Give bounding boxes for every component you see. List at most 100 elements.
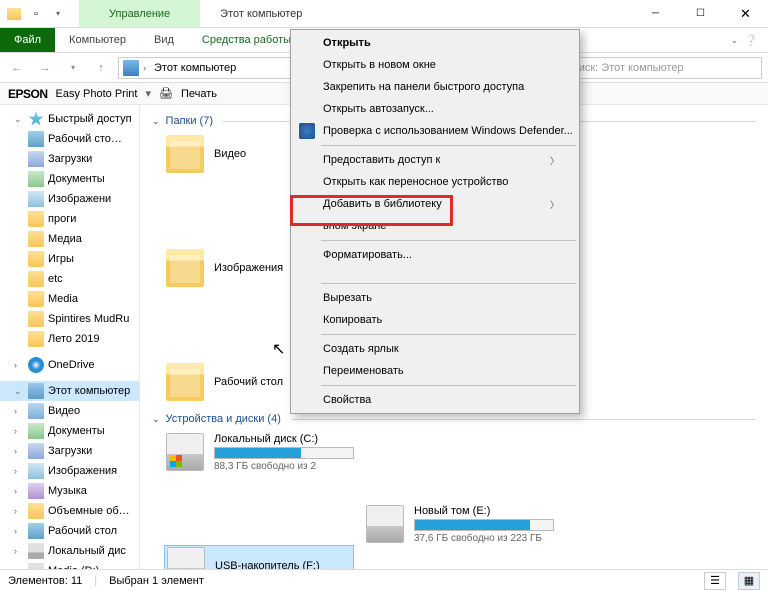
context-menu[interactable]: Открыть Открыть в новом окне Закрепить н… bbox=[290, 29, 580, 414]
folder-icon bbox=[28, 463, 44, 479]
recent-dropdown-icon[interactable]: ▾ bbox=[62, 57, 84, 79]
sidebar-item-documents[interactable]: Документы bbox=[48, 173, 105, 185]
sidebar-item-videos[interactable]: Видео bbox=[48, 405, 80, 417]
folder-icon bbox=[28, 171, 44, 187]
window-title: Этот компьютер bbox=[200, 0, 633, 27]
cm-add-library[interactable]: Добавить в библиотеку〉 bbox=[293, 193, 577, 215]
qat-properties-icon[interactable]: ▫ bbox=[26, 4, 46, 24]
file-tab[interactable]: Файл bbox=[0, 28, 55, 52]
folder-icon bbox=[166, 363, 204, 401]
sidebar-item[interactable]: проги bbox=[48, 213, 76, 225]
cm-create-shortcut[interactable]: Создать ярлык bbox=[293, 338, 577, 360]
details-view-button[interactable]: ☰ bbox=[704, 572, 726, 590]
chevron-right-icon[interactable]: › bbox=[14, 526, 24, 536]
chevron-down-icon[interactable]: ⌄ bbox=[14, 386, 24, 397]
sidebar-item[interactable]: Лето 2019 bbox=[48, 333, 100, 345]
back-button[interactable]: ← bbox=[6, 57, 28, 79]
sidebar-item-music[interactable]: Музыка bbox=[48, 485, 87, 497]
cm-open-portable[interactable]: Открыть как переносное устройство bbox=[293, 171, 577, 193]
chevron-right-icon[interactable]: › bbox=[14, 546, 24, 556]
sidebar-item[interactable]: Медиа bbox=[48, 233, 82, 245]
print-icon[interactable]: 🖨 bbox=[159, 87, 173, 100]
view-tab[interactable]: Вид bbox=[140, 28, 188, 52]
chevron-right-icon[interactable]: › bbox=[14, 486, 24, 496]
cm-cut[interactable]: Вырезать bbox=[293, 287, 577, 309]
status-item-count: Элементов: 11 bbox=[8, 575, 82, 587]
folder-icon bbox=[28, 311, 44, 327]
chevron-right-icon[interactable]: › bbox=[14, 406, 24, 416]
chevron-down-icon[interactable]: ⌄ bbox=[14, 114, 24, 125]
sidebar-item[interactable]: Media bbox=[48, 293, 78, 305]
sidebar-item[interactable]: Игры bbox=[48, 253, 74, 265]
folder-icon bbox=[28, 131, 44, 147]
print-label[interactable]: Печать bbox=[181, 88, 217, 100]
cm-open-new-window[interactable]: Открыть в новом окне bbox=[293, 54, 577, 76]
minimize-button[interactable]: ─ bbox=[633, 0, 678, 27]
ribbon-expand-icon[interactable]: ⌄ bbox=[731, 35, 739, 46]
sidebar-onedrive[interactable]: OneDrive bbox=[48, 359, 94, 371]
tiles-view-button[interactable]: ▦ bbox=[738, 572, 760, 590]
chevron-down-icon[interactable]: ⌄ bbox=[152, 414, 160, 425]
cm-hidden[interactable] bbox=[293, 266, 577, 280]
drive-c[interactable]: Локальный диск (C:) 88,3 ГБ свободно из … bbox=[164, 431, 354, 473]
group-drives[interactable]: ⌄Устройства и диски (4) bbox=[152, 413, 756, 425]
chevron-down-icon[interactable]: ⌄ bbox=[152, 116, 160, 127]
quick-access-icon bbox=[28, 111, 44, 127]
separator bbox=[321, 240, 576, 241]
chevron-right-icon[interactable]: › bbox=[14, 446, 24, 456]
help-icon[interactable]: ❔ bbox=[744, 34, 758, 47]
chevron-right-icon[interactable]: › bbox=[14, 466, 24, 476]
sidebar-thispc[interactable]: Этот компьютер bbox=[48, 385, 130, 397]
folder-icon bbox=[28, 331, 44, 347]
ribbon-contextual-tab[interactable]: Управление bbox=[79, 0, 200, 27]
cm-properties[interactable]: Свойства bbox=[293, 389, 577, 411]
chevron-right-icon[interactable]: › bbox=[14, 426, 24, 436]
navigation-tree[interactable]: ⌄ Быстрый доступ Рабочий сто… Загрузки До… bbox=[0, 105, 140, 572]
sidebar-item-images[interactable]: Изображени bbox=[48, 193, 111, 205]
chevron-right-icon[interactable]: › bbox=[14, 506, 24, 516]
thispc-icon bbox=[123, 60, 139, 76]
drive-e[interactable]: Новый том (E:) 37,6 ГБ свободно из 223 Г… bbox=[364, 503, 554, 545]
sidebar-item-documents[interactable]: Документы bbox=[48, 425, 105, 437]
sidebar-item[interactable]: Spintires MudRu bbox=[48, 313, 129, 325]
folder-icon bbox=[28, 403, 44, 419]
sidebar-item-3d[interactable]: Объемные об… bbox=[48, 505, 130, 517]
folder-icon bbox=[28, 211, 44, 227]
sidebar-item-downloads[interactable]: Загрузки bbox=[48, 445, 92, 457]
sidebar-item[interactable]: etc bbox=[48, 273, 63, 285]
thispc-icon bbox=[28, 383, 44, 399]
folder-icon bbox=[28, 291, 44, 307]
chevron-right-icon[interactable]: › bbox=[14, 360, 24, 370]
cm-pin-quick-access[interactable]: Закрепить на панели быстрого доступа bbox=[293, 76, 577, 98]
sidebar-item-downloads[interactable]: Загрузки bbox=[48, 153, 92, 165]
separator bbox=[321, 283, 576, 284]
status-selected: Выбран 1 элемент bbox=[109, 575, 204, 587]
sidebar-item-drive-c[interactable]: Локальный дис bbox=[48, 545, 126, 557]
chevron-right-icon: 〉 bbox=[550, 154, 559, 167]
cm-rename[interactable]: Переименовать bbox=[293, 360, 577, 382]
cm-pin-start[interactable]: ьном экране bbox=[293, 215, 577, 237]
maximize-button[interactable]: ☐ bbox=[678, 0, 723, 27]
cm-copy[interactable]: Копировать bbox=[293, 309, 577, 331]
folder-icon bbox=[166, 249, 204, 287]
cm-share-access[interactable]: Предоставить доступ к〉 bbox=[293, 149, 577, 171]
forward-button[interactable]: → bbox=[34, 57, 56, 79]
close-button[interactable]: ✕ bbox=[723, 0, 768, 27]
sidebar-item-desktop[interactable]: Рабочий стол bbox=[48, 525, 117, 537]
sidebar-item-images[interactable]: Изображения bbox=[48, 465, 117, 477]
folder-icon bbox=[28, 151, 44, 167]
qat-dropdown-icon[interactable]: ▾ bbox=[48, 4, 68, 24]
sidebar-quick-access[interactable]: Быстрый доступ bbox=[48, 113, 132, 125]
search-placeholder: Поиск: Этот компьютер bbox=[565, 62, 684, 74]
cm-format[interactable]: Форматировать... bbox=[293, 244, 577, 266]
chevron-right-icon[interactable]: › bbox=[143, 63, 146, 73]
breadcrumb[interactable]: Этот компьютер bbox=[150, 62, 240, 74]
up-button[interactable]: ↑ bbox=[90, 57, 112, 79]
cm-open[interactable]: Открыть bbox=[293, 32, 577, 54]
computer-tab[interactable]: Компьютер bbox=[55, 28, 140, 52]
separator bbox=[321, 385, 576, 386]
sidebar-item-desktop[interactable]: Рабочий сто… bbox=[48, 133, 122, 145]
drive-icon bbox=[28, 543, 44, 559]
cm-autorun[interactable]: Открыть автозапуск... bbox=[293, 98, 577, 120]
cm-defender-scan[interactable]: Проверка с использованием Windows Defend… bbox=[293, 120, 577, 142]
